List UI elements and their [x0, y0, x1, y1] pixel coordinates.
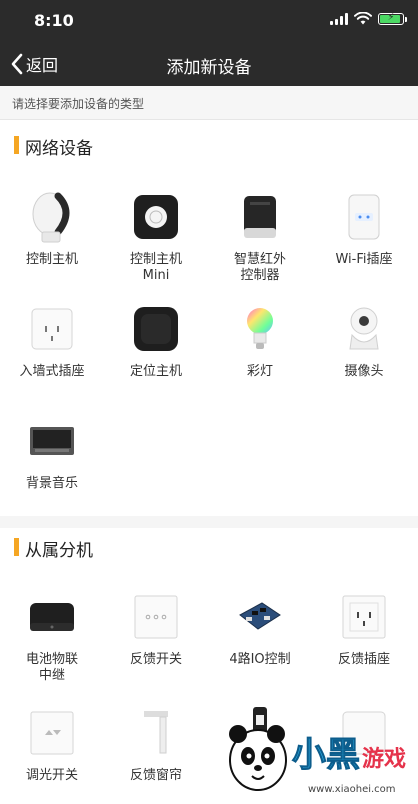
device-label: 背景音乐: [25, 476, 78, 491]
device-label: 定位主机: [129, 364, 182, 379]
section-title: 网络设备: [25, 139, 93, 159]
relay-box-icon: [25, 590, 79, 644]
device-item[interactable]: 反馈窗帘: [104, 706, 208, 784]
locator-host-icon: [129, 302, 183, 356]
device-item[interactable]: 背景音乐: [0, 414, 104, 492]
watermark-logo: 小黑 游戏 www.xiaohei.com: [222, 706, 418, 800]
device-item[interactable]: 反馈插座: [312, 590, 416, 668]
wall-socket-icon: [25, 302, 79, 356]
dimmer-switch-icon: [25, 706, 79, 760]
feedback-socket-icon: [337, 590, 391, 644]
page-title: 添加新设备: [166, 58, 252, 78]
device-label: 4路IO控制: [229, 652, 291, 667]
device-label: 电池物联 中继: [25, 652, 78, 683]
section-header-network: 网络设备: [0, 124, 418, 164]
device-label: 摄像头: [344, 364, 384, 379]
device-item[interactable]: 摄像头: [312, 302, 416, 380]
device-item[interactable]: 反馈开关: [104, 590, 208, 668]
svg-text:www.xiaohei.com: www.xiaohei.com: [308, 784, 396, 795]
section-accent-bar: [14, 136, 19, 154]
top-bar: 8:10 ⚡ 返回 添加新设备: [0, 0, 418, 86]
section-title: 从属分机: [25, 541, 93, 561]
signal-icon: [330, 12, 348, 25]
wifi-socket-icon: [337, 190, 391, 244]
music-panel-icon: [25, 414, 79, 468]
device-item[interactable]: 调光开关: [0, 706, 104, 784]
device-label: 入墙式插座: [19, 364, 85, 379]
host-controller-icon: [25, 190, 79, 244]
status-icons: ⚡: [330, 12, 407, 25]
svg-text:小黑: 小黑: [292, 735, 360, 775]
svg-text:游戏: 游戏: [362, 746, 406, 772]
device-label: 调光开关: [25, 768, 78, 783]
mini-controller-icon: [129, 190, 183, 244]
battery-icon: ⚡: [378, 12, 407, 25]
camera-icon: [337, 302, 391, 356]
feedback-switch-icon: [129, 590, 183, 644]
status-time: 8:10: [34, 11, 74, 30]
device-item[interactable]: 智慧红外 控制器: [208, 190, 312, 284]
hint-bar: 请选择要添加设备的类型: [0, 86, 418, 120]
section-header-slave: 从属分机: [0, 526, 418, 566]
device-label: 反馈插座: [337, 652, 390, 667]
io-board-icon: [233, 590, 287, 644]
device-item[interactable]: 定位主机: [104, 302, 208, 380]
device-label: 控制主机: [25, 252, 78, 267]
device-label: 反馈开关: [129, 652, 182, 667]
device-item[interactable]: 入墙式插座: [0, 302, 104, 380]
device-item[interactable]: Wi-Fi插座: [312, 190, 416, 268]
device-label: Wi-Fi插座: [335, 252, 393, 267]
color-bulb-icon: [233, 302, 287, 356]
hint-text: 请选择要添加设备的类型: [12, 97, 145, 111]
wifi-icon: [354, 12, 372, 25]
section-accent-bar: [14, 538, 19, 556]
device-label: 彩灯: [246, 364, 273, 379]
ir-controller-icon: [233, 190, 287, 244]
device-item[interactable]: 电池物联 中继: [0, 590, 104, 684]
device-item[interactable]: 彩灯: [208, 302, 312, 380]
device-item[interactable]: 控制主机 Mini: [104, 190, 208, 284]
device-label: 智慧红外 控制器: [233, 252, 286, 283]
device-item[interactable]: 控制主机: [0, 190, 104, 268]
device-label: 控制主机 Mini: [129, 252, 182, 283]
curtain-icon: [129, 706, 183, 760]
device-label: 反馈窗帘: [129, 768, 182, 783]
device-item[interactable]: 4路IO控制: [208, 590, 312, 668]
